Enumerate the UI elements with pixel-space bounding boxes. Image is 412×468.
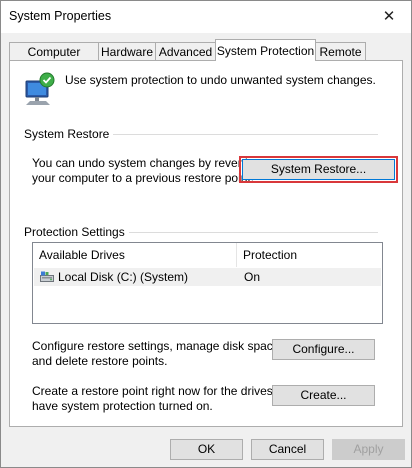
tab-remote[interactable]: Remote	[315, 42, 366, 60]
close-icon: ✕	[382, 8, 396, 25]
drives-list[interactable]: Available Drives Protection Local Disk (…	[32, 242, 383, 324]
configure-button[interactable]: Configure...	[272, 339, 375, 360]
configure-description-1: Configure restore settings, manage disk …	[32, 339, 283, 353]
protection-settings-group-label: Protection Settings	[24, 225, 129, 239]
system-protection-panel: Use system protection to undo unwanted s…	[9, 60, 403, 427]
disk-drive-icon	[40, 271, 54, 282]
tab-hardware[interactable]: Hardware	[98, 42, 156, 60]
window-title: System Properties	[9, 9, 112, 23]
configure-description-2: and delete restore points.	[32, 354, 168, 368]
drive-name: Local Disk (C:) (System)	[58, 270, 189, 284]
tab-advanced[interactable]: Advanced	[155, 42, 216, 60]
system-restore-button[interactable]: System Restore...	[239, 156, 398, 183]
computer-shield-icon	[25, 72, 55, 105]
close-button[interactable]: ✕	[367, 1, 411, 31]
tab-strip: Computer Name Hardware Advanced System P…	[9, 39, 403, 77]
intro-text: Use system protection to undo unwanted s…	[65, 73, 376, 87]
create-description-2: have system protection turned on.	[32, 399, 213, 413]
tab-computer-name[interactable]: Computer Name	[9, 42, 99, 77]
table-row[interactable]: Local Disk (C:) (System) On	[34, 268, 381, 286]
cancel-button[interactable]: Cancel	[251, 439, 324, 460]
ok-button[interactable]: OK	[170, 439, 243, 460]
create-description-1: Create a restore point right now for the…	[32, 384, 297, 398]
drive-protection-status: On	[244, 270, 261, 284]
system-restore-description-2: your computer to a previous restore poin…	[32, 171, 255, 185]
create-button[interactable]: Create...	[272, 385, 375, 406]
system-restore-group-label: System Restore	[24, 127, 114, 141]
title-bar: System Properties ✕	[1, 1, 411, 33]
system-restore-description-1: You can undo system changes by reverting	[32, 156, 262, 170]
tab-system-protection[interactable]: System Protection	[215, 39, 316, 61]
column-header-available-drives[interactable]: Available Drives	[33, 243, 236, 267]
column-header-protection[interactable]: Protection	[237, 243, 377, 267]
apply-button[interactable]: Apply	[332, 439, 405, 460]
system-properties-window: System Properties ✕ Computer Name Hardwa…	[0, 0, 412, 468]
